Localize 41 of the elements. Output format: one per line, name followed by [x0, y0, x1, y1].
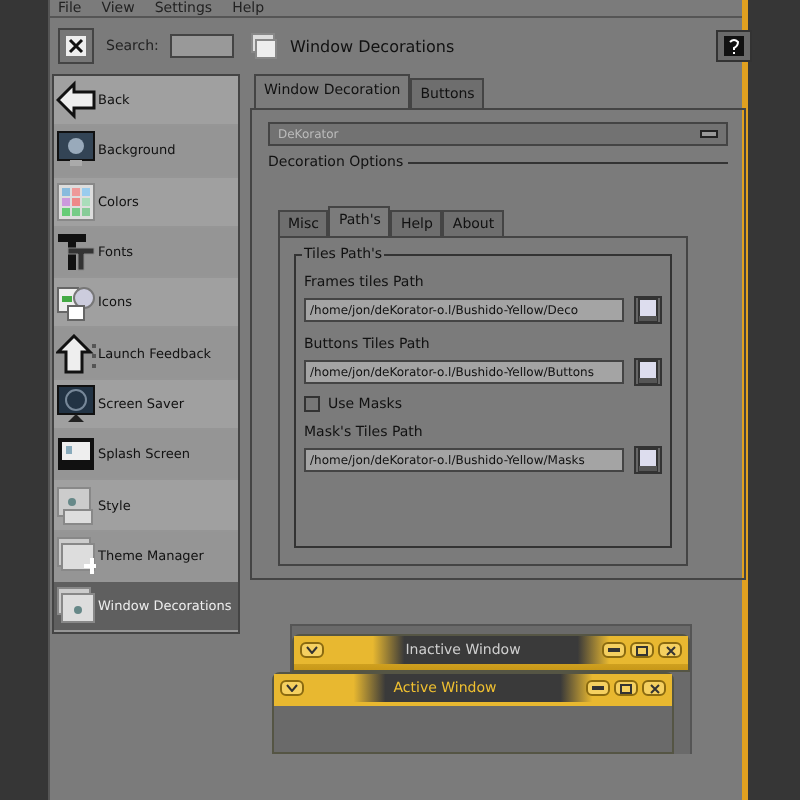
color-grid-icon [56, 181, 96, 222]
maximize-icon [636, 645, 648, 655]
document-icon [638, 360, 658, 384]
monitor-icon [56, 130, 96, 171]
clear-icon [64, 34, 88, 58]
chevron-icon [286, 684, 298, 693]
browse-button[interactable] [634, 358, 662, 386]
icons-icon [56, 282, 96, 323]
monitor-icon [56, 383, 96, 424]
minimize-icon [592, 686, 604, 691]
page-title: Window Decorations [290, 37, 457, 55]
maximize-button[interactable] [630, 642, 654, 658]
windows-plus-icon [56, 535, 96, 576]
clear-search-button[interactable] [58, 28, 94, 64]
minimize-icon [608, 648, 620, 652]
minimize-button[interactable] [586, 680, 610, 697]
film-icon [56, 434, 96, 475]
chevron-icon [306, 646, 318, 654]
close-button[interactable] [642, 680, 666, 697]
up-arrow-icon [56, 333, 96, 374]
close-icon [649, 683, 659, 694]
letter-t-icon [56, 232, 96, 273]
checkbox[interactable] [304, 396, 320, 412]
browse-button[interactable] [634, 296, 662, 324]
maximize-button[interactable] [614, 680, 638, 697]
minimize-button[interactable] [602, 642, 626, 658]
menu-button[interactable] [300, 642, 324, 658]
whats-this-button[interactable] [716, 30, 752, 62]
help-icon [724, 36, 744, 56]
arrow-icon [56, 80, 96, 121]
menu-button[interactable] [280, 680, 304, 697]
document-icon [638, 298, 658, 322]
windows-icon [250, 32, 278, 60]
document-icon [638, 448, 658, 472]
maximize-icon [620, 683, 632, 694]
browse-button[interactable] [634, 446, 662, 474]
windows-icon [56, 586, 96, 627]
search-field[interactable] [170, 34, 235, 58]
close-icon [665, 645, 675, 655]
window-icon [56, 485, 96, 526]
close-button[interactable] [658, 642, 682, 658]
